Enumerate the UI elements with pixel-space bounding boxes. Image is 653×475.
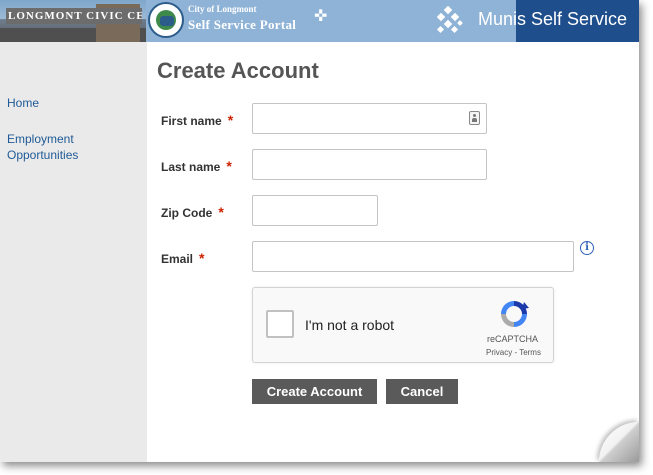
recaptcha-checkbox[interactable] — [266, 310, 294, 338]
recaptcha-label: I'm not a robot — [305, 317, 395, 333]
civic-center-sign: LONGMONT CIVIC CENTER — [6, 8, 142, 24]
cancel-button[interactable]: Cancel — [386, 379, 458, 404]
recaptcha-widget: I'm not a robot reCAPTCHA Privacy - Term… — [252, 287, 554, 363]
civic-center-photo: LONGMONT CIVIC CENTER — [0, 0, 146, 42]
first-name-label: First name * — [161, 112, 233, 128]
seal-water — [160, 16, 174, 26]
page-frame: LONGMONT CIVIC CENTER City of Longmont S… — [0, 0, 639, 462]
portal-title: Self Service Portal — [188, 17, 297, 32]
recaptcha-brand: reCAPTCHA — [487, 334, 539, 344]
required-marker: * — [227, 112, 234, 128]
last-name-input[interactable] — [252, 149, 487, 180]
required-marker: * — [226, 158, 232, 174]
zip-code-label-text: Zip Code — [161, 206, 213, 220]
email-input[interactable] — [252, 241, 574, 272]
city-name: City of Longmont — [188, 4, 257, 14]
required-marker: * — [199, 250, 205, 266]
zip-code-label: Zip Code * — [161, 204, 224, 220]
first-name-input[interactable] — [252, 103, 487, 134]
munis-logo-icon — [436, 6, 463, 34]
recaptcha-logo-icon — [501, 301, 529, 327]
create-account-button[interactable]: Create Account — [252, 379, 377, 404]
city-seal-logo — [148, 2, 184, 38]
contact-card-icon[interactable] — [469, 111, 480, 125]
recaptcha-privacy-terms[interactable]: Privacy - Terms — [486, 348, 541, 357]
email-label-text: Email — [161, 252, 194, 266]
zip-code-input[interactable] — [252, 195, 378, 226]
email-label: Email * — [161, 250, 204, 266]
first-name-label-text: First name — [161, 114, 222, 128]
required-marker: * — [218, 204, 224, 220]
page-curl-decoration — [599, 422, 639, 462]
sidebar-item-home[interactable]: Home — [7, 95, 39, 111]
info-icon[interactable]: i — [580, 241, 594, 255]
last-name-label: Last name * — [161, 158, 232, 174]
header-banner: LONGMONT CIVIC CENTER City of Longmont S… — [0, 0, 639, 42]
app-title: Munis Self Service — [478, 9, 628, 29]
sidebar-item-employment-opportunities[interactable]: Employment Opportunities — [7, 131, 107, 163]
page-title: Create Account — [157, 58, 319, 83]
sidebar: Home Employment Opportunities — [0, 42, 147, 462]
last-name-label-text: Last name — [161, 160, 221, 174]
satellite-icon: ✜ — [314, 8, 328, 25]
